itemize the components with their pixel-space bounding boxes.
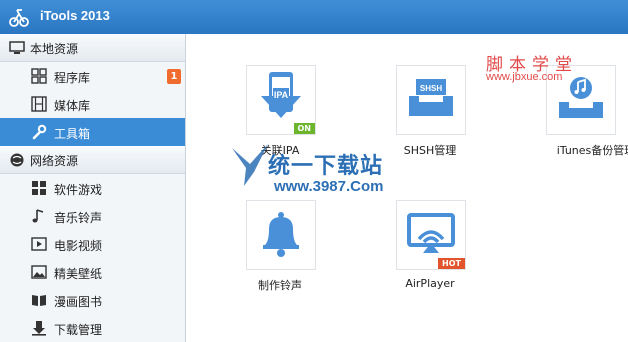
- grid-icon: [31, 68, 47, 84]
- tool-shsh-management[interactable]: SHSH: [396, 65, 466, 135]
- sidebar-item-label: 软件游戏: [54, 183, 103, 197]
- sidebar-item-label: 漫画图书: [54, 295, 103, 309]
- section-label: 网络资源: [30, 154, 79, 168]
- film-icon: [31, 96, 47, 112]
- sidebar-item-label: 音乐铃声: [54, 211, 103, 225]
- sidebar-item-label: 程序库: [54, 71, 91, 85]
- watermark-url: www.jbxue.com: [486, 71, 563, 83]
- book-icon: [32, 295, 46, 306]
- monitor-icon: [9, 41, 25, 54]
- sidebar-item-games[interactable]: 软件游戏: [0, 174, 185, 202]
- tool-label: 制作铃声: [258, 279, 302, 292]
- sidebar-item-wallpapers[interactable]: 精美壁纸: [0, 258, 185, 286]
- tool-ringtone-maker[interactable]: [246, 200, 316, 270]
- bell-icon: [263, 212, 299, 257]
- app-title: iTools 2013: [40, 8, 110, 23]
- tool-label: iTunes备份管理: [556, 144, 628, 157]
- watermark-logo-url: www.3987.Com: [274, 178, 384, 195]
- watermark-check-icon: [232, 144, 268, 186]
- globe-icon: [10, 153, 24, 167]
- picture-icon: [31, 265, 47, 279]
- sidebar-item-apps[interactable]: 程序库 1: [0, 62, 185, 90]
- shsh-box-icon: SHSH: [409, 79, 453, 116]
- download-icon: [32, 321, 46, 336]
- on-status-badge: ON: [293, 123, 315, 134]
- svg-text:IPA: IPA: [274, 90, 289, 100]
- title-bar: iTools 2013: [0, 0, 628, 34]
- sidebar-item-music[interactable]: 音乐铃声: [0, 202, 185, 230]
- sidebar-item-toolbox[interactable]: 工具箱: [0, 118, 185, 146]
- wrench-icon: [32, 124, 47, 140]
- sidebar-item-label: 下载管理: [54, 323, 103, 337]
- sidebar-item-video[interactable]: 电影视频: [0, 230, 185, 258]
- sidebar-item-label: 精美壁纸: [54, 267, 103, 281]
- sidebar-item-comics[interactable]: 漫画图书: [0, 286, 185, 314]
- grid-icon: [32, 181, 46, 195]
- itools-logo-icon: [9, 9, 29, 27]
- tool-label: AirPlayer: [405, 277, 455, 290]
- svg-text:SHSH: SHSH: [420, 84, 442, 93]
- tool-ipa-association[interactable]: IPA ON: [246, 65, 316, 135]
- sidebar-item-label: 电影视频: [54, 239, 103, 253]
- sidebar-item-downloads[interactable]: 下载管理: [0, 314, 185, 342]
- watermark-logo: 统一下载站 www.3987.Com: [230, 140, 410, 200]
- sidebar-item-media[interactable]: 媒体库: [0, 90, 185, 118]
- section-local-resources[interactable]: 本地资源: [0, 34, 185, 62]
- music-note-icon: [32, 209, 44, 223]
- hot-badge: HOT: [438, 258, 465, 269]
- sidebar: 本地资源 程序库 1 媒体库 工具箱 网络资源 软件游戏 音乐铃声 电影视频 精…: [0, 34, 186, 342]
- sidebar-item-label: 媒体库: [54, 99, 91, 113]
- tool-airplayer[interactable]: HOT: [396, 200, 466, 270]
- video-icon: [31, 237, 47, 251]
- watermark-logo-title: 统一下载站: [268, 154, 384, 179]
- section-label: 本地资源: [30, 42, 79, 56]
- sidebar-item-label: 工具箱: [54, 127, 91, 141]
- section-network-resources[interactable]: 网络资源: [0, 146, 185, 174]
- update-count-badge: 1: [167, 69, 181, 84]
